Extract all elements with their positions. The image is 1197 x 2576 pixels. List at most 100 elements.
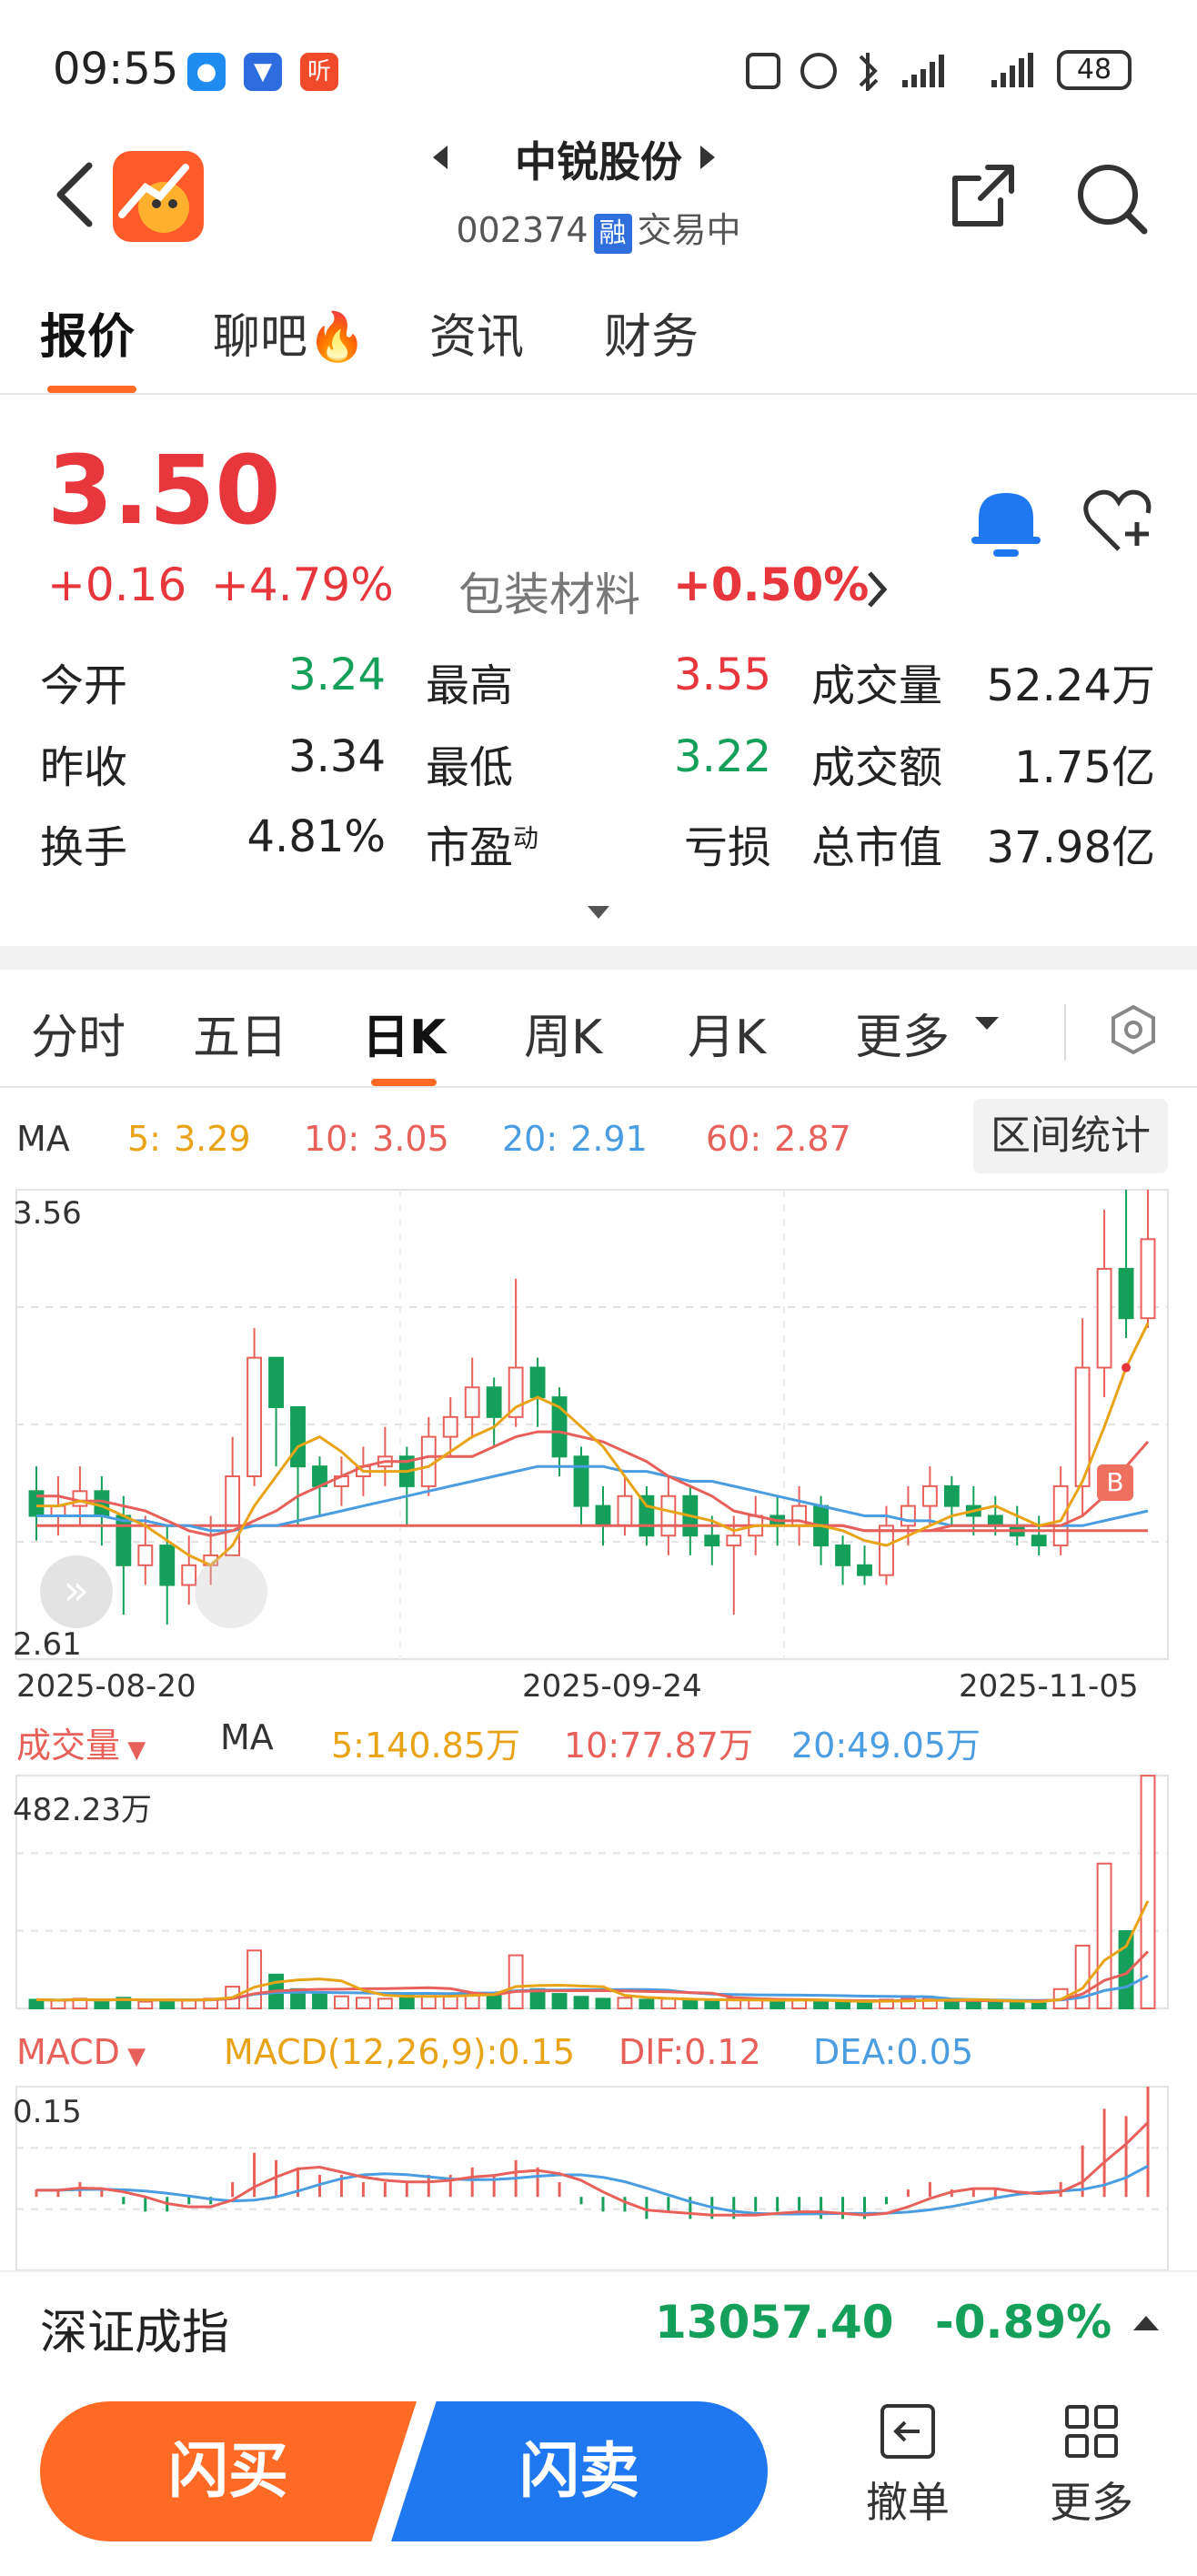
range-stats-button[interactable]: 区间统计 xyxy=(973,1099,1168,1173)
quote-value: 3.22 xyxy=(674,731,771,782)
date-label-3: 2025-11-05 xyxy=(959,1668,1139,1705)
volume-bar xyxy=(94,2000,110,2009)
status-bar: 09:55 ● ▼ 听 48 xyxy=(0,0,1197,136)
volume-bar xyxy=(1009,2001,1025,2009)
tab-quote[interactable]: 报价 xyxy=(40,298,135,367)
collapse-sidebar-button[interactable]: » xyxy=(40,1555,113,1628)
chart-tab-indicator xyxy=(371,1079,437,1086)
tabs-divider xyxy=(0,393,1197,395)
candle-body xyxy=(181,1564,197,1586)
candle-body xyxy=(268,1356,284,1408)
expand-down-icon[interactable] xyxy=(588,904,609,921)
candle-body xyxy=(464,1386,480,1418)
candle-body xyxy=(290,1405,306,1468)
settings-hexagon-icon[interactable] xyxy=(1110,1004,1157,1055)
sector-name[interactable]: 包装材料 xyxy=(458,558,640,624)
volume-bar xyxy=(551,1993,568,2009)
volume-bar xyxy=(508,1954,524,2009)
volume-bar xyxy=(813,2000,830,2010)
ma10-line xyxy=(36,1430,1150,1537)
next-stock-icon[interactable] xyxy=(697,144,717,171)
chart-tab[interactable]: 日K xyxy=(362,999,446,1067)
chart-tab[interactable]: 周K xyxy=(524,999,602,1067)
alarm-icon xyxy=(800,53,837,89)
chart-tabs-divider xyxy=(0,1086,1197,1088)
volume-bar xyxy=(965,2000,981,2010)
tab-chat[interactable]: 聊吧🔥 xyxy=(213,298,367,367)
candle-body xyxy=(1052,1484,1069,1547)
chart-tab[interactable]: 五日 xyxy=(193,999,287,1067)
volume-bar xyxy=(1096,1862,1112,2009)
signal-icon-1 xyxy=(902,55,944,87)
candle-body xyxy=(879,1524,894,1576)
more-button[interactable]: 更多 xyxy=(1028,2403,1155,2530)
candle-body xyxy=(1140,1238,1156,1320)
volume-bar xyxy=(377,1997,393,2009)
ma-label: MA xyxy=(16,1119,70,1159)
candle-body xyxy=(159,1545,176,1586)
quote-value: 3.34 xyxy=(288,731,386,782)
candle-body xyxy=(835,1545,850,1566)
candle-body xyxy=(987,1514,1003,1527)
quote-label: 总市值 xyxy=(811,822,943,873)
margin-badge: 融 xyxy=(593,214,632,254)
shield-app-icon: ▼ xyxy=(244,53,282,91)
chart-tab[interactable]: 分时 xyxy=(31,999,126,1067)
ma-item-label: 10: xyxy=(304,1119,360,1159)
volume-bar xyxy=(334,1995,349,2010)
quote-label: 最低 xyxy=(426,742,514,793)
volume-bar xyxy=(355,1997,371,2009)
tab-finance[interactable]: 财务 xyxy=(604,298,699,367)
volume-ma20-line xyxy=(35,1974,1149,2002)
ma-item: 10: 3.05 xyxy=(304,1119,449,1159)
macd-top-label: 0.15 xyxy=(13,2094,82,2130)
macd-item: DEA:0.05 xyxy=(813,2032,974,2072)
quote-label: 成交量 xyxy=(811,660,943,711)
quote-value: 3.24 xyxy=(288,649,386,700)
ma-item-value: 3.05 xyxy=(372,1119,449,1159)
candle-body xyxy=(137,1545,154,1566)
ma-dot xyxy=(1122,1363,1132,1373)
current-price: 3.50 xyxy=(47,435,281,546)
grid-icon xyxy=(1065,2405,1118,2458)
cancel-order-button[interactable]: 撤单 xyxy=(844,2403,971,2530)
volume-label[interactable]: 成交量 ▼ xyxy=(16,1717,146,1767)
candle-body xyxy=(921,1484,938,1507)
volume-ma-item: 20:49.05万 xyxy=(791,1726,981,1766)
share-icon[interactable] xyxy=(946,160,1019,233)
more-label: 更多 xyxy=(1050,2478,1133,2527)
macd-item: DIF:0.12 xyxy=(619,2032,761,2072)
volume-ma-item: 10:77.87万 xyxy=(564,1726,753,1766)
search-icon[interactable] xyxy=(1073,160,1150,236)
chart-tab[interactable]: 月K xyxy=(688,999,766,1067)
quote-value: 52.24万 xyxy=(986,660,1155,711)
flash-buy-button[interactable]: 闪买 xyxy=(40,2401,417,2541)
candle-body xyxy=(857,1564,872,1576)
volume-bar xyxy=(573,1996,589,2010)
volume-ma-item: 5:140.85万 xyxy=(331,1726,520,1766)
cancel-order-icon xyxy=(880,2404,935,2459)
status-icons xyxy=(746,53,1033,91)
candle-body xyxy=(246,1356,263,1478)
chevron-right-icon[interactable] xyxy=(866,569,890,609)
bell-icon[interactable] xyxy=(968,482,1044,558)
favorite-heart-icon[interactable] xyxy=(1082,486,1159,555)
ma-item-label: 20: xyxy=(502,1119,558,1159)
price-change: +0.16 xyxy=(47,558,187,611)
ma-item-value: 3.29 xyxy=(173,1119,251,1159)
sector-change-pct[interactable]: +0.50% xyxy=(673,558,869,611)
ma-item-label: 5: xyxy=(127,1119,161,1159)
expand-up-icon[interactable] xyxy=(1133,2314,1159,2332)
flash-sell-button[interactable]: 闪卖 xyxy=(391,2401,768,2541)
candle-body xyxy=(529,1366,546,1399)
index-bar[interactable]: 深证成指 13057.40 -0.89% xyxy=(0,2270,1197,2380)
listen-app-icon: 听 xyxy=(300,53,338,91)
macd-dropdown-icon: ▼ xyxy=(119,2043,146,2070)
volume-bar xyxy=(987,2001,1003,2009)
macd-label[interactable]: MACD ▼ xyxy=(16,2032,146,2072)
chart-tab[interactable]: 更多 xyxy=(855,999,950,1067)
dropdown-icon[interactable] xyxy=(975,1015,999,1031)
battery-indicator: 48 xyxy=(1057,50,1132,90)
index-value: 13057.40 xyxy=(655,2296,894,2349)
tab-news[interactable]: 资讯 xyxy=(429,298,524,367)
